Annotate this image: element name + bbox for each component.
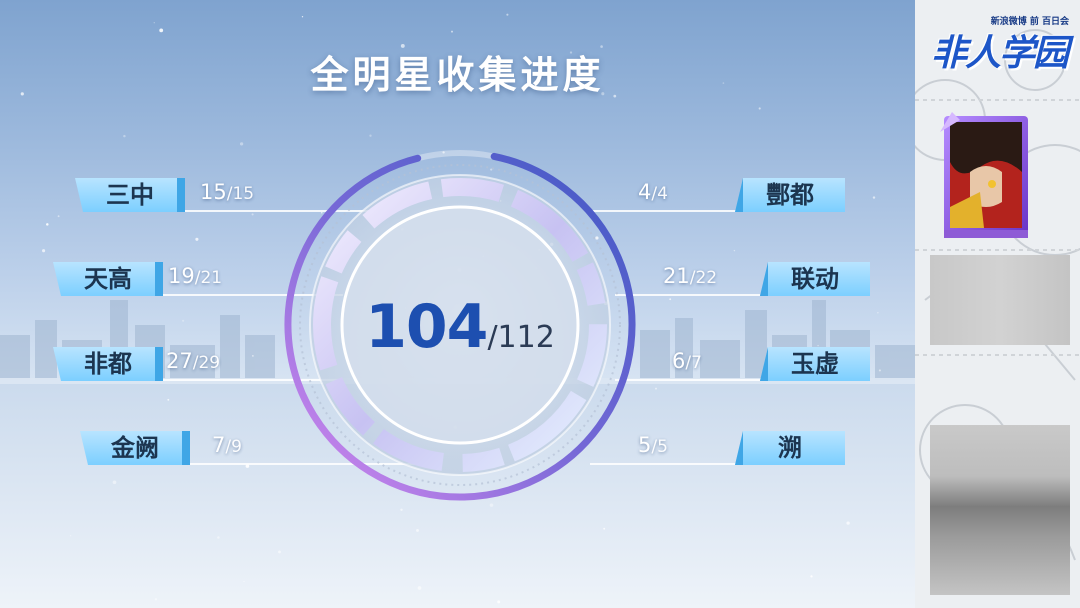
group-tag[interactable]: 三中 xyxy=(75,178,185,212)
hero-avatar[interactable] xyxy=(940,112,1032,240)
right-sidebar: 新浪微博 前 百日会 非人学园 xyxy=(915,0,1080,608)
group-tag[interactable]: 天高 xyxy=(53,262,163,296)
game-logo: 新浪微博 前 百日会 非人学园 xyxy=(931,17,1069,74)
group-count: 5/5 xyxy=(638,433,668,457)
group-count: 7/9 xyxy=(212,433,242,457)
group-tag[interactable]: 酆都 xyxy=(735,178,845,212)
group-tag[interactable]: 溯 xyxy=(735,431,845,465)
group-count: 15/15 xyxy=(200,180,255,204)
blurred-image xyxy=(930,255,1070,345)
group-count: 19/21 xyxy=(168,264,223,288)
group-tag[interactable]: 金阙 xyxy=(80,431,190,465)
page-title: 全明星收集进度 xyxy=(310,53,605,97)
group-count: 27/29 xyxy=(166,349,221,373)
group-count: 21/22 xyxy=(663,264,718,288)
group-tag[interactable]: 非都 xyxy=(53,347,163,381)
group-tag[interactable]: 联动 xyxy=(760,262,870,296)
group-count: 4/4 xyxy=(638,180,668,204)
blurred-image xyxy=(930,425,1070,595)
collection-screen: 全明星收集进度 三中 15/15 天高 19/21 非都 27/29 金阙 7/… xyxy=(0,0,915,608)
collected-total: 104 xyxy=(365,292,488,362)
group-row-right-3[interactable]: 6/7 玉虚 xyxy=(615,347,875,381)
group-tag[interactable]: 玉虚 xyxy=(760,347,870,381)
group-row-left-3[interactable]: 非都 27/29 xyxy=(53,347,343,381)
total-progress: 104/112 xyxy=(280,292,640,362)
group-count: 6/7 xyxy=(672,349,702,373)
group-row-right-2[interactable]: 21/22 联动 xyxy=(615,262,875,296)
max-total: /112 xyxy=(487,320,555,355)
group-row-left-2[interactable]: 天高 19/21 xyxy=(53,262,343,296)
